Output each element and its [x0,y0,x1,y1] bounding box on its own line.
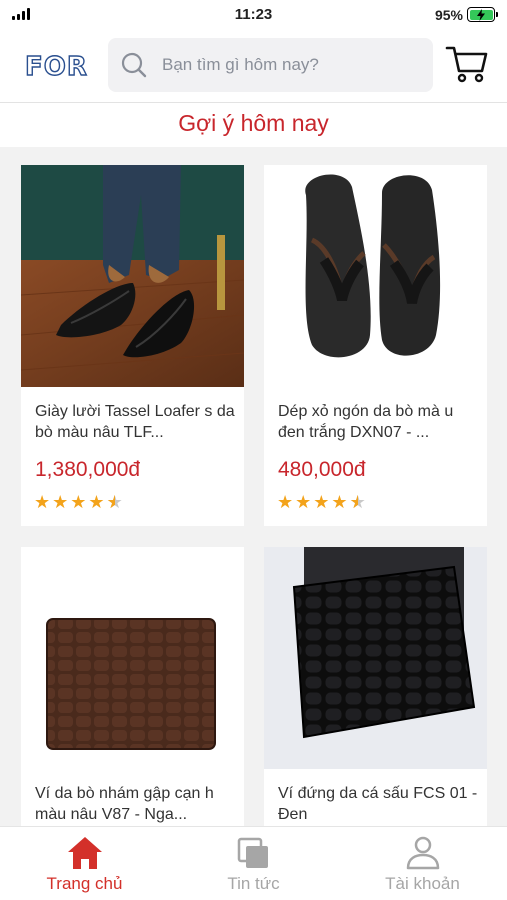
star-icon: ★ [277,492,294,512]
product-card[interactable]: Ví da bò nhám gập cạn h màu nâu V87 - Ng… [21,547,244,837]
star-icon: ★ [34,492,51,512]
star-icon: ★ [88,492,105,512]
star-icon: ★ [70,492,87,512]
product-name[interactable]: Giày lười Tassel Loafer s da bò màu nâu … [35,401,235,443]
nav-home[interactable]: Trang chủ [0,827,169,900]
half-star-icon: ★ [107,493,123,511]
product-name[interactable]: Dép xỏ ngón da bò mà u đen trắng DXN07 -… [278,401,478,443]
search-bar[interactable] [108,38,433,92]
product-image-brown-wallet[interactable] [21,547,244,769]
cart-button[interactable] [445,44,489,84]
search-icon [121,52,147,78]
half-star-icon: ★ [350,493,366,511]
status-bar: 11:23 95% [0,0,507,30]
cart-icon [445,46,488,83]
product-name[interactable]: Ví đứng da cá sấu FCS 01 - Đen [278,783,478,825]
section-header: Gợi ý hôm nay [0,103,507,147]
brand-logo[interactable]: FOR [24,51,88,82]
star-icon: ★ [331,492,348,512]
star-icon: ★ [313,492,330,512]
status-time: 11:23 [234,6,273,23]
product-image-loafer[interactable] [21,165,244,387]
nav-account[interactable]: Tài khoản [338,827,507,900]
product-rating: ★ ★ ★ ★ ★ [34,493,123,511]
product-image-sandals[interactable] [264,165,487,387]
product-card[interactable]: Dép xỏ ngón da bò mà u đen trắng DXN07 -… [264,165,487,526]
bottom-nav: Trang chủ Tin tức Tài khoản [0,826,507,900]
product-price: 1,380,000đ [35,458,141,481]
product-price: 480,000đ [278,458,366,481]
product-card[interactable]: Ví đứng da cá sấu FCS 01 - Đen [264,547,487,837]
nav-label-news: Tin tức [227,874,280,893]
product-name[interactable]: Ví da bò nhám gập cạn h màu nâu V87 - Ng… [35,783,235,825]
star-icon: ★ [295,492,312,512]
battery-icon [467,7,498,22]
user-icon [406,836,440,870]
product-rating: ★ ★ ★ ★ ★ [277,493,366,511]
nav-label-account: Tài khoản [385,874,460,893]
product-image-croc-wallet[interactable] [264,547,487,769]
app-header: FOR [0,30,507,102]
battery-percent: 95% [434,7,463,23]
nav-news[interactable]: Tin tức [169,827,338,900]
nav-label-home: Trang chủ [46,874,123,893]
section-title: Gợi ý hôm nay [178,110,329,136]
star-icon: ★ [52,492,69,512]
search-input[interactable] [162,38,422,92]
home-icon [68,837,102,869]
news-icon [237,837,268,868]
product-card[interactable]: Giày lười Tassel Loafer s da bò màu nâu … [21,165,244,526]
